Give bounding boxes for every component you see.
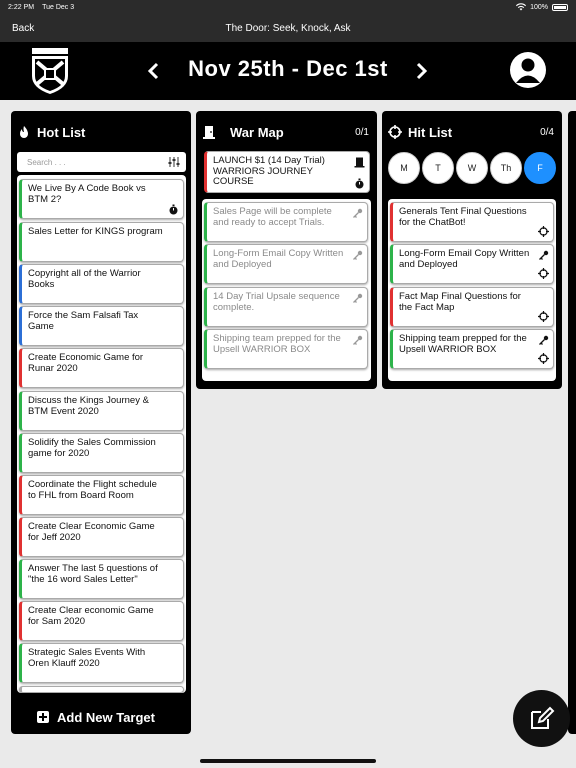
stopwatch-icon — [355, 178, 364, 189]
hot-list-item-partial — [19, 686, 184, 693]
hot-list-item[interactable]: Create Clear economic Game for Sam 2020 — [19, 601, 184, 641]
flame-icon — [20, 126, 28, 138]
status-time: 2:22 PM — [8, 3, 35, 11]
hot-list-item[interactable]: Strategic Sales Events With Oren Klauff … — [19, 643, 184, 683]
day-thursday-button[interactable]: Th — [490, 152, 522, 184]
hit-list-title: Hit List — [408, 125, 453, 140]
search-input[interactable]: Search . . . — [17, 152, 186, 172]
nav-title: The Door: Seek, Knock, Ask — [225, 22, 351, 34]
battery-percent: 100% — [530, 3, 548, 11]
profile-avatar-icon[interactable] — [510, 52, 546, 88]
war-map-item[interactable]: Sales Page will be complete and ready to… — [204, 202, 368, 242]
hit-list-item[interactable]: Generals Tent Final Questions for the Ch… — [390, 202, 554, 242]
war-map-item[interactable]: 14 Day Trial Upsale sequence complete. — [204, 287, 368, 327]
search-placeholder: Search . . . — [27, 158, 66, 167]
door-icon — [354, 157, 365, 168]
status-date: Tue Dec 3 — [42, 3, 75, 11]
hit-list-item[interactable]: Shipping team prepped for the Upsell WAR… — [390, 329, 554, 369]
hot-list-title: Hot List — [37, 125, 86, 140]
hot-list-item[interactable]: Force the Sam Falsafi Tax Game — [19, 306, 184, 346]
crosshair-icon[interactable] — [538, 268, 549, 279]
day-tuesday-button[interactable]: T — [422, 152, 454, 184]
door-icon — [203, 126, 215, 139]
status-bar: 2:22 PM Tue Dec 3 100% — [0, 0, 576, 14]
hot-list-item[interactable]: Discuss the Kings Journey & BTM Event 20… — [19, 391, 184, 431]
hot-list-item[interactable]: Create Clear Economic Game for Jeff 2020 — [19, 517, 184, 557]
day-friday-button[interactable]: F — [524, 152, 556, 184]
hot-list-item[interactable]: Solidify the Sales Commission game for 2… — [19, 433, 184, 473]
key-icon[interactable] — [352, 335, 363, 346]
navigation-bar: Back The Door: Seek, Knock, Ask — [0, 14, 576, 42]
home-indicator — [200, 759, 376, 763]
war-map-item[interactable]: Shipping team prepped for the Upsell WAR… — [204, 329, 368, 369]
stopwatch-icon — [169, 204, 178, 215]
next-column-edge[interactable] — [568, 111, 576, 734]
week-date-range: Nov 25th - Dec 1st — [188, 56, 388, 81]
hot-list-item[interactable]: Create Economic Game for Runar 2020 — [19, 348, 184, 388]
day-wednesday-button[interactable]: W — [456, 152, 488, 184]
edit-pencil-icon — [531, 706, 555, 729]
hit-list-item[interactable]: Long-Form Email Copy Written and Deploye… — [390, 244, 554, 284]
edit-fab-button[interactable] — [513, 690, 570, 747]
key-icon[interactable] — [352, 293, 363, 304]
hit-list-item[interactable]: Fact Map Final Questions for the Fact Ma… — [390, 287, 554, 327]
crosshair-icon[interactable] — [538, 353, 549, 364]
week-header: Nov 25th - Dec 1st — [0, 42, 576, 100]
crosshair-icon[interactable] — [538, 311, 549, 322]
add-new-target-label: Add New Target — [57, 709, 155, 725]
hit-list-count: 0/4 — [540, 127, 554, 138]
plus-icon — [37, 711, 49, 723]
key-icon[interactable] — [538, 250, 549, 261]
hot-list-item[interactable]: Answer The last 5 questions of "the 16 w… — [19, 559, 184, 599]
day-monday-button[interactable]: M — [388, 152, 420, 184]
key-icon[interactable] — [352, 208, 363, 219]
hot-list-item[interactable]: Copyright all of the Warrior Books — [19, 264, 184, 304]
wifi-icon — [516, 3, 527, 11]
hot-list-item[interactable]: Sales Letter for KINGS program — [19, 222, 184, 262]
war-map-title: War Map — [230, 125, 284, 140]
back-button[interactable]: Back — [12, 23, 34, 34]
war-map-item[interactable]: Long-Form Email Copy Written and Deploye… — [204, 244, 368, 284]
next-week-chevron-icon[interactable] — [415, 62, 429, 80]
crosshair-icon — [388, 125, 402, 139]
hot-list-item[interactable]: Coordinate the Flight schedule to FHL fr… — [19, 475, 184, 515]
crosshair-icon[interactable] — [538, 226, 549, 237]
filter-sliders-icon[interactable] — [168, 156, 180, 168]
war-map-pinned-card[interactable]: LAUNCH $1 (14 Day Trial) WARRIORS JOURNE… — [204, 151, 370, 193]
hot-list-item[interactable]: We Live By A Code Book vs BTM 2? — [19, 179, 184, 219]
key-icon[interactable] — [352, 250, 363, 261]
battery-icon — [552, 3, 568, 11]
war-map-count: 0/1 — [355, 127, 369, 138]
add-new-target-button[interactable]: Add New Target — [12, 702, 180, 732]
key-icon[interactable] — [538, 335, 549, 346]
